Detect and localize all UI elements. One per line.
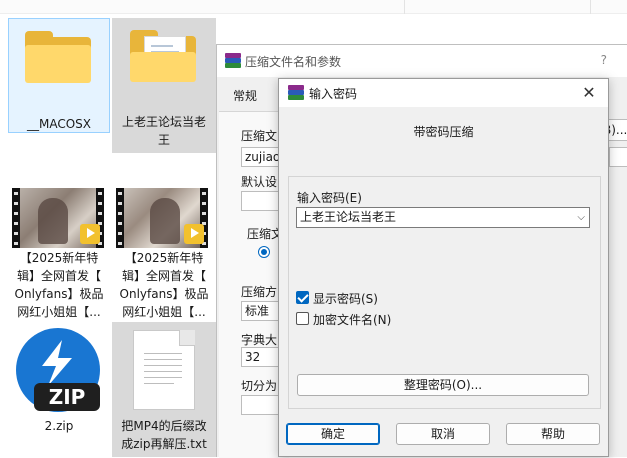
file-label: __MACOSX — [26, 117, 91, 131]
player-icon — [80, 224, 100, 244]
password-dialog-title: 输入密码 — [309, 87, 358, 101]
archive-dialog-title: 压缩文件名和参数 — [245, 55, 342, 69]
file-label: 上老王论坛当老 — [121, 115, 206, 129]
file-label: 辑】全网首发【 — [16, 269, 101, 283]
password-value: 上老王论坛当老王 — [300, 210, 397, 224]
help-button[interactable]: 帮助 — [506, 423, 600, 445]
show-password-checkbox[interactable] — [296, 291, 309, 304]
password-input[interactable]: 上老王论坛当老王 ⌵ — [296, 207, 590, 228]
organize-passwords-button[interactable]: 整理密码(O)... — [297, 374, 589, 396]
file-label: 【2025新年特 — [124, 251, 204, 265]
file-label: 把MP4的后缀改 — [121, 419, 207, 433]
cancel-button[interactable]: 取消 — [396, 423, 490, 445]
winrar-icon — [288, 85, 304, 101]
text-file-icon — [133, 330, 195, 410]
file-item-video[interactable]: 【2025新年特 辑】全网首发【 Onlyfans】极品 网红小姐姐【... — [8, 188, 110, 323]
file-item-zip[interactable]: ZIP 2.zip — [8, 326, 110, 436]
archive-name-dropdown[interactable] — [609, 147, 627, 167]
default-profile-label: 默认设 — [241, 175, 278, 189]
file-label: 【2025新年特 — [19, 251, 99, 265]
file-item-video[interactable]: 【2025新年特 辑】全网首发【 Onlyfans】极品 网红小姐姐【... — [112, 188, 216, 323]
winrar-icon — [225, 53, 241, 69]
archive-name-label: 压缩文 — [241, 129, 278, 143]
file-item-txt[interactable]: 把MP4的后缀改 成zip再解压.txt — [112, 322, 216, 457]
file-item-macosx[interactable]: __MACOSX — [8, 18, 110, 133]
encrypt-filenames-label: 加密文件名(N) — [313, 313, 392, 327]
chevron-down-icon[interactable]: ⌵ — [577, 208, 585, 227]
file-label: 2.zip — [44, 419, 74, 433]
video-thumbnail — [12, 188, 104, 248]
help-icon[interactable]: ? — [601, 53, 607, 67]
file-item-folder[interactable]: 上老王论坛当老 王 — [112, 18, 216, 153]
player-icon — [184, 224, 204, 244]
format-radio[interactable] — [258, 246, 270, 258]
toolbar-separator — [404, 0, 405, 14]
file-label: Onlyfans】极品 — [119, 287, 209, 301]
toolbar-separator — [590, 0, 591, 14]
encrypt-filenames-checkbox[interactable] — [296, 312, 309, 325]
dialog-heading: 带密码压缩 — [413, 125, 474, 139]
video-thumbnail — [116, 188, 208, 248]
password-dialog: 输入密码 ✕ 带密码压缩 输入密码(E) 上老王论坛当老王 ⌵ 显示密码(S) … — [278, 78, 609, 457]
file-label: 成zip再解压.txt — [121, 437, 207, 451]
explorer-toolbar — [0, 0, 627, 14]
password-dialog-titlebar: 输入密码 ✕ — [279, 79, 608, 107]
file-label: Onlyfans】极品 — [14, 287, 104, 301]
show-password-label: 显示密码(S) — [313, 292, 378, 306]
password-label: 输入密码(E) — [297, 191, 362, 205]
zip-badge: ZIP — [34, 383, 100, 411]
archive-dialog-titlebar: 压缩文件名和参数 ? — [217, 45, 627, 77]
file-label: 辑】全网首发【 — [121, 269, 206, 283]
file-label: 网红小姐姐【... — [122, 305, 206, 319]
dictionary-size-label: 字典大 — [241, 333, 278, 347]
close-icon[interactable]: ✕ — [578, 82, 600, 104]
tab-general[interactable]: 常规 — [221, 81, 273, 111]
compression-method-label: 压缩方 — [241, 285, 278, 299]
file-label: 王 — [157, 133, 170, 147]
file-label: 网红小姐姐【... — [17, 305, 101, 319]
split-volumes-label: 切分为 — [241, 379, 278, 393]
ok-button[interactable]: 确定 — [286, 423, 380, 445]
